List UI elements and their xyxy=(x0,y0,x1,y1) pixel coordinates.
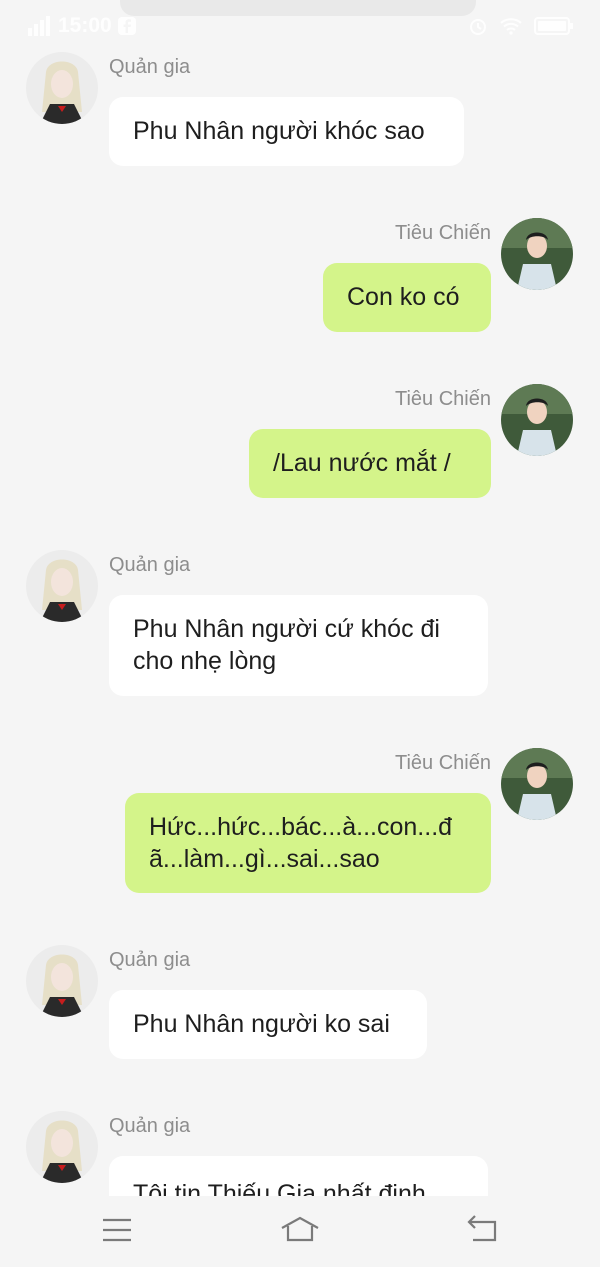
sender-name: Quản gia xyxy=(109,554,191,576)
sender-name: Quản gia xyxy=(109,949,191,971)
back-icon xyxy=(467,1215,497,1242)
status-right xyxy=(468,16,574,36)
message-bubble[interactable]: Hức...hức...bác...à...con...đã...làm...g… xyxy=(125,793,491,893)
wifi-icon xyxy=(500,18,522,35)
home-icon xyxy=(281,1216,319,1242)
avatar-tieu-chien[interactable] xyxy=(501,748,573,820)
home-button[interactable] xyxy=(280,1212,320,1248)
status-time: 15:00 xyxy=(58,14,112,37)
signal-icon xyxy=(28,16,50,36)
menu-button[interactable] xyxy=(97,1212,137,1248)
avatar-quan-gia[interactable] xyxy=(26,945,98,1017)
sender-name: Quản gia xyxy=(109,56,191,78)
avatar-quan-gia[interactable] xyxy=(26,1111,98,1183)
avatar-quan-gia[interactable] xyxy=(26,52,98,124)
message-bubble[interactable]: Phu Nhân người ko sai xyxy=(109,990,427,1059)
menu-icon xyxy=(103,1218,131,1242)
message-bubble[interactable]: Phu Nhân người cứ khóc đi cho nhẹ lòng xyxy=(109,595,488,696)
facebook-icon xyxy=(117,17,136,35)
message-bubble[interactable]: Tôi tin Thiếu Gia nhất định xyxy=(109,1156,488,1196)
navigation-bar xyxy=(0,1196,600,1267)
avatar-tieu-chien[interactable] xyxy=(501,384,573,456)
message-bubble[interactable]: Phu Nhân người khóc sao xyxy=(109,97,464,166)
back-button[interactable] xyxy=(463,1212,503,1248)
sender-name: Tiêu Chiến xyxy=(395,752,491,774)
status-bar: 15:00 xyxy=(0,0,600,54)
message-bubble[interactable]: Con ko có xyxy=(323,263,491,332)
avatar-quan-gia[interactable] xyxy=(26,550,98,622)
alarm-icon xyxy=(470,19,486,35)
sender-name: Tiêu Chiến xyxy=(395,222,491,244)
sender-name: Tiêu Chiến xyxy=(395,388,491,410)
chat-area[interactable]: Quản gia Phu Nhân người khóc sao Tiêu Ch… xyxy=(0,0,600,1196)
battery-icon xyxy=(534,17,573,35)
avatar-tieu-chien[interactable] xyxy=(501,218,573,290)
sender-name: Quản gia xyxy=(109,1115,191,1137)
message-bubble[interactable]: /Lau nước mắt / xyxy=(249,429,491,498)
status-left: 15:00 xyxy=(26,14,136,38)
